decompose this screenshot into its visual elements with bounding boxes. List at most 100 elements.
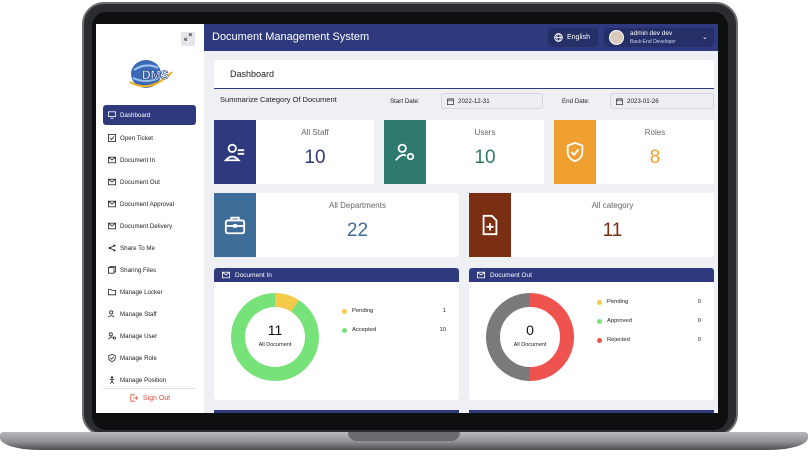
collapse-sidebar-button[interactable] bbox=[181, 32, 195, 46]
document-out-legend: Pending 0 Approved 0 Rejected 0 bbox=[597, 299, 701, 356]
folder-icon bbox=[108, 289, 116, 296]
donut-total: 11 bbox=[267, 322, 283, 338]
mail-in-icon bbox=[108, 156, 116, 164]
mail-delivery-icon bbox=[108, 222, 116, 230]
stat-card-roles[interactable]: Roles 8 bbox=[554, 120, 714, 184]
legend-dot bbox=[597, 300, 602, 305]
stat-card-category[interactable]: All category 11 bbox=[469, 193, 714, 257]
check-square-icon bbox=[108, 134, 116, 142]
document-in-legend: Pending 1 Accepted 10 bbox=[342, 308, 446, 346]
sidebar-item-document-in[interactable]: Document In bbox=[103, 149, 196, 171]
stat-card-staff[interactable]: All Staff 10 bbox=[214, 120, 374, 184]
sidebar-item-manage-user[interactable]: Manage User bbox=[103, 325, 196, 347]
stat-label: Roles bbox=[644, 128, 666, 137]
legend-item: Pending 0 bbox=[597, 299, 701, 318]
stat-label: All Staff bbox=[301, 128, 329, 137]
donut-segment-pending[interactable] bbox=[274, 293, 299, 312]
sidebar-item-label: Document Out bbox=[120, 178, 160, 186]
sidebar-nav: Dashboard Open Ticket Document In Docume… bbox=[103, 105, 196, 391]
staff-icon bbox=[108, 310, 115, 318]
panel-body: 11 All Document Pending 1 Accepted 10 bbox=[214, 282, 459, 400]
panel-title: Document Out bbox=[490, 271, 532, 279]
sidebar-item-manage-staff[interactable]: Manage Staff bbox=[103, 303, 196, 325]
legend-value: 1 bbox=[442, 308, 446, 314]
document-in-panel: Document In 11 All Document Pending 1 Ac… bbox=[214, 268, 459, 400]
mail-out-icon bbox=[108, 178, 116, 186]
stat-label: All category bbox=[591, 201, 634, 210]
sidebar-item-label: Manage User bbox=[120, 332, 158, 340]
sidebar-item-label: Document In bbox=[120, 156, 156, 164]
avatar bbox=[609, 30, 624, 45]
user-name: admin dev dev bbox=[630, 30, 673, 37]
shield-check-icon bbox=[108, 354, 116, 362]
sidebar-item-label: Document Approval bbox=[120, 200, 174, 208]
sidebar-item-share-to-me[interactable]: Share To Me bbox=[103, 237, 196, 259]
sidebar-item-label: Sharing Files bbox=[120, 266, 157, 274]
sidebar: DMS Dashboard Open Ticket Document In Do… bbox=[96, 24, 204, 413]
sidebar-item-label: Manage Staff bbox=[120, 310, 157, 318]
sidebar-item-document-out[interactable]: Document Out bbox=[103, 171, 196, 193]
sidebar-item-manage-role[interactable]: Manage Role bbox=[103, 347, 196, 369]
legend-dot bbox=[342, 309, 347, 314]
document-out-panel: Document Out 0 All Document Pending 0 Ap… bbox=[469, 268, 714, 400]
stat-card-users[interactable]: Users 10 bbox=[384, 120, 544, 184]
page-title: Dashboard bbox=[230, 69, 275, 79]
document-in-donut: 11 All Document bbox=[230, 292, 320, 382]
calendar-icon bbox=[616, 97, 623, 105]
stat-value: 11 bbox=[602, 220, 623, 241]
mail-in-icon bbox=[222, 271, 230, 279]
legend-item: Pending 1 bbox=[342, 308, 446, 327]
sidebar-item-open-ticket[interactable]: Open Ticket bbox=[103, 127, 196, 149]
panel-body: 0 All Document Pending 0 Approved 0 Reje… bbox=[469, 282, 714, 400]
header-divider bbox=[214, 88, 714, 89]
collapse-icon bbox=[184, 33, 192, 41]
donut-total: 0 bbox=[526, 322, 534, 338]
end-date-input[interactable]: 2023-01-26 bbox=[610, 93, 714, 109]
user-menu[interactable]: admin dev dev Back-End Developer ⌄ bbox=[604, 28, 714, 47]
sign-out-label: Sign Out bbox=[142, 394, 171, 402]
legend-value: 0 bbox=[697, 337, 701, 343]
language-label: English bbox=[567, 34, 590, 41]
legend-item: Rejected 0 bbox=[597, 337, 701, 356]
sidebar-item-label: Manage Role bbox=[120, 354, 157, 362]
document-out-donut: 0 All Document bbox=[485, 292, 575, 382]
app-title: Document Management System bbox=[212, 31, 370, 43]
stat-value: 22 bbox=[346, 220, 369, 241]
sidebar-item-label: Manage Locker bbox=[120, 288, 163, 296]
legend-name: Approved bbox=[607, 318, 632, 324]
start-date-value: 2022-12-31 bbox=[458, 97, 490, 105]
topbar: Document Management System English admin… bbox=[204, 24, 718, 51]
legend-name: Pending bbox=[352, 308, 374, 314]
summary-label: Summarize Category Of Document bbox=[220, 95, 337, 104]
mail-check-icon bbox=[108, 200, 116, 208]
shield-check-icon bbox=[554, 120, 596, 184]
sidebar-item-label: Document Delivery bbox=[120, 222, 173, 230]
language-selector[interactable]: English bbox=[548, 28, 598, 47]
legend-dot bbox=[597, 319, 602, 324]
globe-icon bbox=[554, 33, 563, 42]
legend-name: Pending bbox=[607, 299, 629, 305]
start-date-input[interactable]: 2022-12-31 bbox=[441, 93, 543, 109]
logo-text: DMS bbox=[142, 68, 169, 82]
sidebar-item-dashboard[interactable]: Dashboard bbox=[103, 105, 196, 125]
end-date-value: 2023-01-26 bbox=[627, 97, 659, 105]
sign-out-button[interactable]: Sign Out bbox=[96, 394, 204, 402]
sidebar-item-manage-locker[interactable]: Manage Locker bbox=[103, 281, 196, 303]
sidebar-item-document-approval[interactable]: Document Approval bbox=[103, 193, 196, 215]
legend-dot bbox=[342, 328, 347, 333]
next-panel-header bbox=[469, 410, 714, 413]
briefcase-icon bbox=[214, 193, 256, 257]
panel-header: Document Out bbox=[469, 268, 714, 282]
sidebar-item-document-delivery[interactable]: Document Delivery bbox=[103, 215, 196, 237]
files-icon bbox=[108, 266, 116, 274]
share-icon bbox=[108, 244, 116, 252]
stat-card-departments[interactable]: All Departments 22 bbox=[214, 193, 459, 257]
legend-item: Accepted 10 bbox=[342, 327, 446, 346]
stat-value: 10 bbox=[304, 147, 326, 168]
donut-total-label: All Document bbox=[513, 342, 547, 348]
file-plus-icon bbox=[469, 193, 511, 257]
sign-out-icon bbox=[130, 394, 138, 402]
panel-title: Document In bbox=[235, 271, 272, 279]
user-gear-icon bbox=[384, 120, 426, 184]
sidebar-item-sharing-files[interactable]: Sharing Files bbox=[103, 259, 196, 281]
